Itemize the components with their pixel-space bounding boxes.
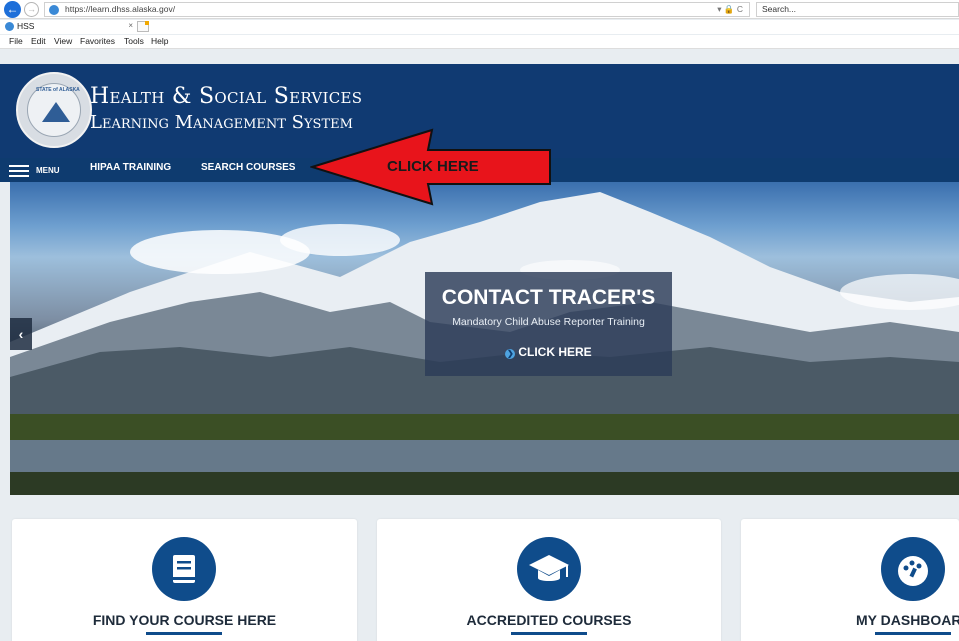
card-label: FIND YOUR COURSE HERE xyxy=(92,612,277,628)
nav-link-search-courses[interactable]: SEARCH COURSES xyxy=(201,162,295,173)
card-underline xyxy=(146,632,222,635)
card-find-course[interactable]: FIND YOUR COURSE HERE xyxy=(12,519,357,641)
seal-text: STATE of ALASKA xyxy=(36,87,80,93)
book-icon xyxy=(152,537,216,601)
hamburger-menu-icon[interactable] xyxy=(9,165,29,177)
hero-caption-card[interactable]: CONTACT TRACER'S Mandatory Child Abuse R… xyxy=(425,272,672,376)
site-globe-icon xyxy=(49,5,59,15)
back-button[interactable]: ← xyxy=(4,1,21,18)
url-action-icons[interactable]: ▾ 🔒 C xyxy=(717,4,743,15)
menu-edit[interactable]: Edit xyxy=(31,36,46,46)
tab-label: HSS xyxy=(17,21,35,31)
browser-address-row: ← → https://learn.dhss.alaska.gov/ ▾ 🔒 C… xyxy=(0,0,959,19)
hero-subtitle: Mandatory Child Abuse Reporter Training xyxy=(452,316,645,328)
browser-menu-bar: File Edit View Favorites Tools Help xyxy=(0,35,959,49)
address-bar[interactable]: https://learn.dhss.alaska.gov/ ▾ 🔒 C xyxy=(44,2,750,17)
tab-favicon-icon xyxy=(5,22,14,31)
search-placeholder: Search... xyxy=(762,4,797,14)
url-text: https://learn.dhss.alaska.gov/ xyxy=(65,4,176,14)
hero-cta-label: CLICK HERE xyxy=(518,345,592,359)
seal-mountain-icon xyxy=(42,102,70,122)
card-label: ACCREDITED COURSES xyxy=(466,612,632,628)
menu-tools[interactable]: Tools xyxy=(124,36,144,46)
chevron-circle-right-icon: ❯ xyxy=(505,349,516,359)
hero-prev-arrow[interactable]: ‹ xyxy=(10,318,32,350)
graduation-cap-icon xyxy=(517,537,581,601)
state-seal-logo[interactable]: STATE of ALASKA xyxy=(16,72,92,148)
nav-link-hipaa-training[interactable]: HIPAA TRAINING xyxy=(90,162,171,173)
hero-cta-link[interactable]: ❯ CLICK HERE xyxy=(425,345,672,359)
browser-search-input[interactable]: Search... xyxy=(756,2,959,17)
menu-favorites[interactable]: Favorites xyxy=(80,36,115,46)
site-title: Health & Social Services xyxy=(90,84,363,109)
tab-hss[interactable]: HSS × xyxy=(3,20,135,34)
card-accredited-courses[interactable]: ACCREDITED COURSES xyxy=(377,519,721,641)
card-my-dashboard[interactable]: MY DASHBOARD xyxy=(741,519,959,641)
menu-view[interactable]: View xyxy=(54,36,72,46)
new-tab-icon[interactable] xyxy=(137,21,149,32)
card-label: MY DASHBOARD xyxy=(856,612,959,628)
dashboard-gauge-icon xyxy=(881,537,945,601)
forward-button[interactable]: → xyxy=(24,2,39,17)
tab-close-icon[interactable]: × xyxy=(128,21,133,30)
annotation-label: CLICK HERE xyxy=(387,158,479,175)
card-underline xyxy=(875,632,951,635)
menu-button-label[interactable]: MENU xyxy=(36,166,60,175)
hero-title: CONTACT TRACER'S xyxy=(441,286,656,309)
card-underline xyxy=(511,632,587,635)
tab-strip: HSS × xyxy=(0,20,959,34)
page: ← → https://learn.dhss.alaska.gov/ ▾ 🔒 C… xyxy=(0,0,959,641)
seal-inner: STATE of ALASKA xyxy=(27,83,81,137)
menu-file[interactable]: File xyxy=(9,36,23,46)
menu-help[interactable]: Help xyxy=(151,36,168,46)
